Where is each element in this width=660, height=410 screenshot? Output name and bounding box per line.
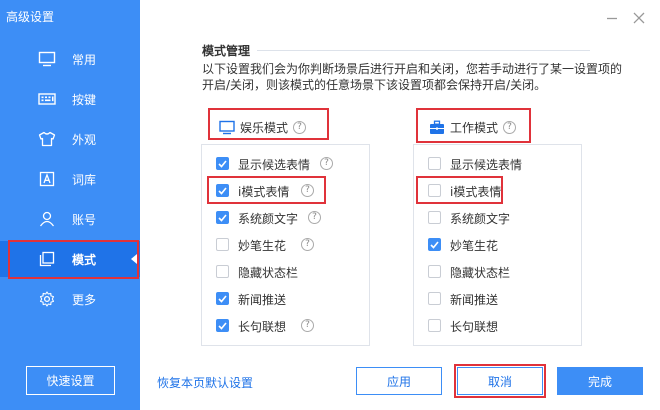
- sidebar: 高级设置 常用 按键 外观 词库 账号 模式 更多 快速设置: [0, 0, 140, 410]
- checkbox[interactable]: [216, 238, 229, 251]
- checkbox[interactable]: [216, 292, 229, 305]
- sidebar-item-common[interactable]: 常用: [0, 41, 140, 77]
- option-label: 妙笔生花: [450, 239, 499, 253]
- shirt-icon: [38, 130, 56, 148]
- option-label: 妙笔生花: [238, 239, 287, 253]
- section-description: 以下设置我们会为你判断场景后进行开启和关闭，您若手动进行了某一设置项的开启/关闭…: [202, 62, 623, 92]
- gear-icon: [38, 290, 56, 308]
- option-label: i模式表情: [450, 185, 502, 199]
- sidebar-item-label: 常用: [72, 52, 97, 67]
- option-label: 隐藏状态栏: [450, 266, 511, 280]
- checkbox[interactable]: [428, 238, 441, 251]
- sidebar-item-keys[interactable]: 按键: [0, 81, 140, 117]
- checkbox[interactable]: [216, 319, 229, 332]
- entertainment-options-panel: 显示候选表情 ? i模式表情 ? 系统颜文字 ? 妙笔生花 ? 隐藏状态栏 新闻…: [201, 144, 370, 346]
- checkbox[interactable]: [428, 265, 441, 278]
- option-label: 系统颜文字: [450, 212, 511, 226]
- option-label: 显示候选表情: [238, 158, 311, 172]
- close-icon[interactable]: [631, 10, 647, 26]
- done-button[interactable]: 完成: [557, 367, 643, 395]
- section-title: 模式管理: [202, 44, 251, 58]
- checkbox[interactable]: [216, 184, 229, 197]
- sidebar-item-dictionary[interactable]: 词库: [0, 161, 140, 197]
- option-label: 长句联想: [450, 320, 499, 334]
- help-icon[interactable]: ?: [301, 238, 314, 251]
- quick-setup-button[interactable]: 快速设置: [26, 366, 115, 395]
- window-title: 高级设置: [6, 10, 55, 24]
- sidebar-item-label: 账号: [72, 212, 97, 227]
- cancel-button[interactable]: 取消: [457, 367, 543, 395]
- sidebar-item-label: 更多: [72, 292, 97, 307]
- help-icon[interactable]: ?: [301, 184, 314, 197]
- sidebar-item-label: 外观: [72, 132, 97, 147]
- keyboard-icon: [38, 90, 56, 108]
- option-label: 显示候选表情: [450, 158, 523, 172]
- apply-button[interactable]: 应用: [356, 367, 442, 395]
- work-mode-title: 工作模式: [450, 121, 499, 135]
- sidebar-item-label: 词库: [72, 172, 97, 187]
- monitor-icon: [38, 50, 56, 68]
- checkbox[interactable]: [216, 211, 229, 224]
- option-label: 系统颜文字: [238, 212, 299, 226]
- option-label: 隐藏状态栏: [238, 266, 299, 280]
- option-label: 新闻推送: [450, 293, 499, 307]
- user-icon: [38, 210, 56, 228]
- checkbox[interactable]: [428, 292, 441, 305]
- checkbox[interactable]: [428, 157, 441, 170]
- checkbox[interactable]: [428, 211, 441, 224]
- sidebar-item-more[interactable]: 更多: [0, 281, 140, 317]
- work-options-panel: 显示候选表情 i模式表情 系统颜文字 妙笔生花 隐藏状态栏 新闻推送 长句联想: [413, 144, 582, 346]
- minimize-icon[interactable]: [604, 10, 620, 26]
- section-divider: [257, 50, 590, 51]
- restore-defaults-link[interactable]: 恢复本页默认设置: [157, 374, 253, 391]
- option-label: i模式表情: [238, 185, 290, 199]
- help-icon[interactable]: ?: [293, 121, 307, 134]
- option-label: 长句联想: [238, 320, 287, 334]
- checkbox[interactable]: [428, 319, 441, 332]
- monitor-icon: [219, 120, 235, 136]
- dictionary-icon: [38, 170, 56, 188]
- entertainment-mode-title: 娱乐模式: [240, 121, 289, 135]
- help-icon[interactable]: ?: [320, 157, 333, 170]
- checkbox[interactable]: [428, 184, 441, 197]
- checkbox[interactable]: [216, 265, 229, 278]
- entertainment-mode-header: 娱乐模式 ?: [219, 119, 307, 136]
- highlight-box-mode-nav: [8, 240, 139, 279]
- help-icon[interactable]: ?: [503, 121, 517, 134]
- sidebar-item-label: 按键: [72, 92, 97, 107]
- help-icon[interactable]: ?: [301, 319, 314, 332]
- option-label: 新闻推送: [238, 293, 287, 307]
- briefcase-icon: [429, 120, 445, 136]
- work-mode-header: 工作模式 ?: [429, 119, 517, 136]
- checkbox[interactable]: [216, 157, 229, 170]
- sidebar-item-appearance[interactable]: 外观: [0, 121, 140, 157]
- sidebar-item-account[interactable]: 账号: [0, 201, 140, 237]
- help-icon[interactable]: ?: [308, 211, 321, 224]
